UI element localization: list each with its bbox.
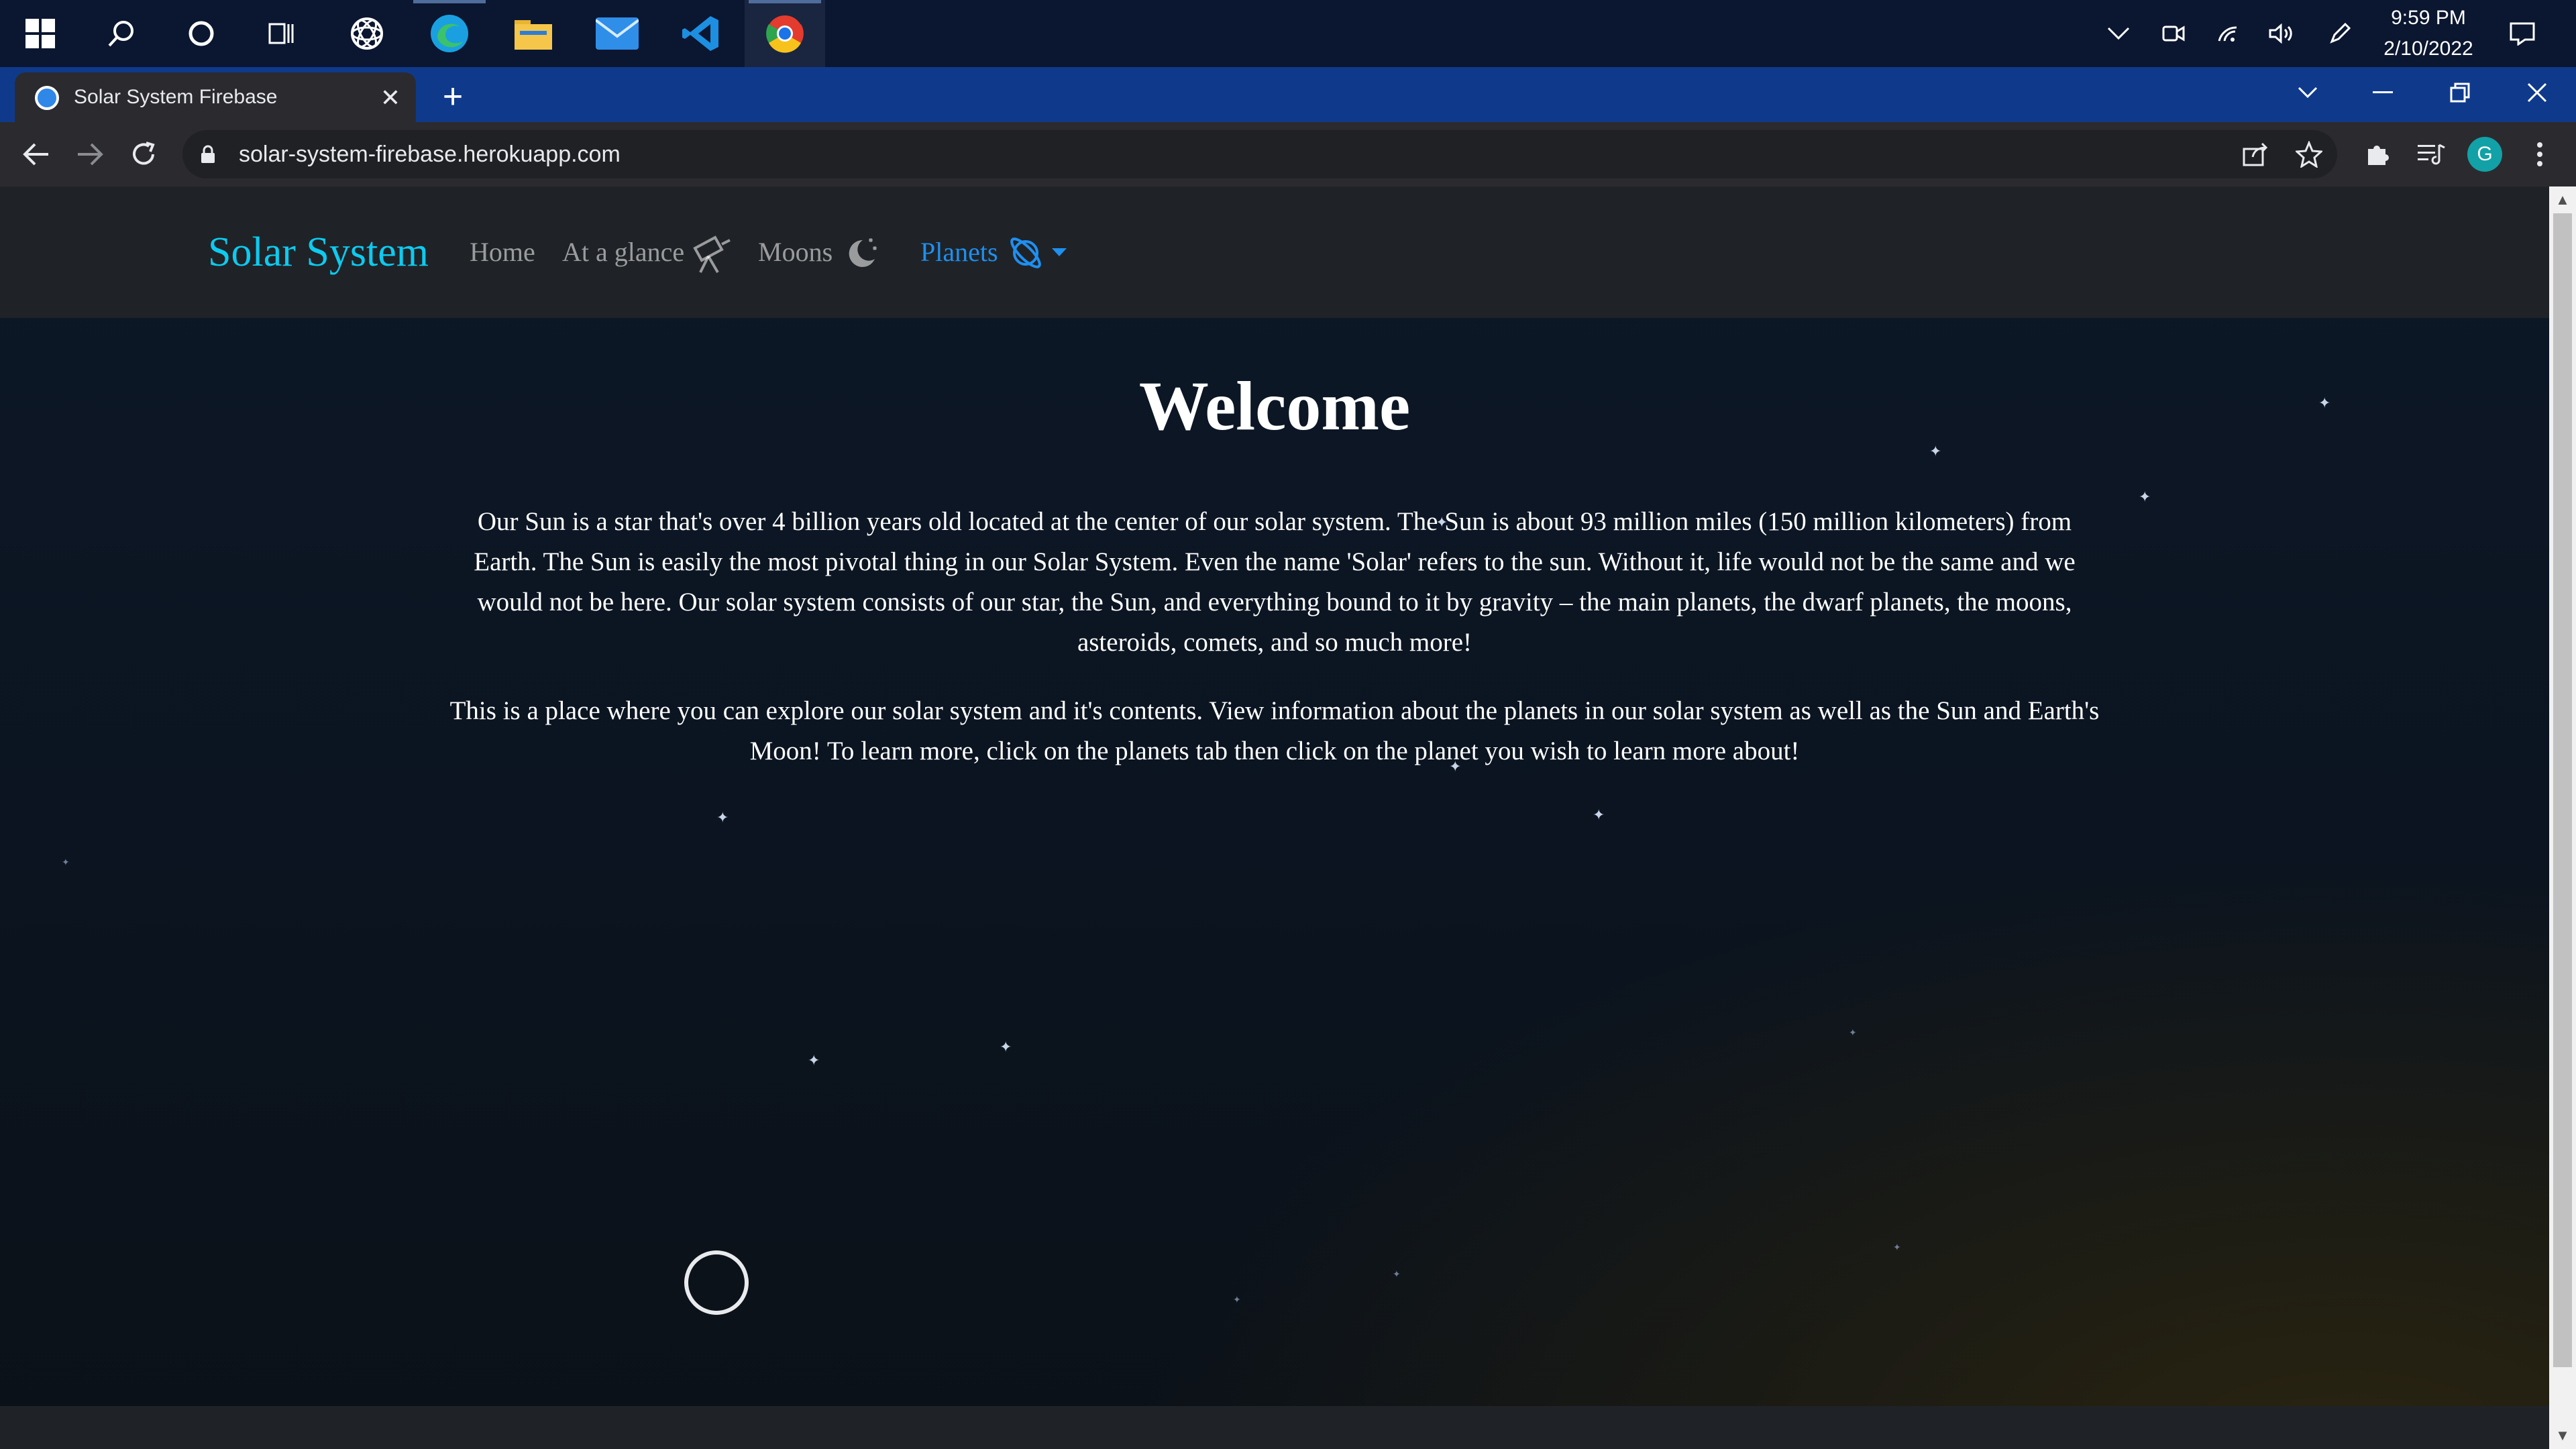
planet-icon [1006, 233, 1045, 276]
brand-link[interactable]: Solar System [208, 227, 429, 278]
nav-planets-dropdown[interactable]: Planets [920, 235, 998, 270]
restore-button[interactable] [2423, 67, 2497, 118]
intro-paragraph: Our Sun is a star that's over 4 billion … [474, 507, 2076, 657]
more-menu-icon[interactable] [2516, 130, 2564, 178]
nav-moons-link[interactable]: Moons [758, 235, 833, 270]
volume-icon[interactable] [2254, 0, 2308, 67]
star-decoration: ✦ [1593, 806, 1605, 823]
openai-app-icon[interactable] [327, 0, 407, 67]
task-view-icon[interactable] [241, 0, 322, 67]
windows-start-icon[interactable] [0, 0, 80, 67]
star-decoration: ✦ [716, 809, 729, 826]
scroll-thumb[interactable] [2553, 213, 2572, 1367]
clock-time: 9:59 PM [2391, 7, 2466, 29]
mail-icon[interactable] [577, 0, 657, 67]
wifi-icon[interactable] [2202, 0, 2255, 67]
meet-now-icon[interactable] [2147, 0, 2200, 67]
dropdown-caret-icon[interactable] [1052, 248, 1067, 261]
page-title: Welcome [1138, 368, 1411, 445]
clock-date: 2/10/2022 [2383, 38, 2473, 60]
cortana-icon[interactable] [161, 0, 241, 67]
url-text[interactable]: solar-system-firebase.herokuapp.com [239, 141, 621, 168]
notifications-icon[interactable] [2496, 0, 2549, 67]
browser-tab-strip: Solar System Firebase ✕ [0, 67, 2576, 122]
lock-icon[interactable] [200, 145, 216, 167]
taskbar-clock[interactable]: 9:59 PM 2/10/2022 [2368, 0, 2489, 67]
pen-icon[interactable] [2313, 0, 2367, 67]
tab-close-icon[interactable]: ✕ [377, 85, 404, 111]
star-decoration: ✦ [1849, 1027, 1857, 1038]
forward-button[interactable] [66, 130, 114, 178]
browser-toolbar: solar-system-firebase.herokuapp.com G [0, 122, 2576, 186]
reload-button[interactable] [119, 130, 168, 178]
page-scrollbar[interactable]: ▲ ▼ [2549, 186, 2576, 1449]
star-decoration: ✦ [62, 857, 70, 867]
vscode-icon[interactable] [661, 0, 741, 67]
telescope-icon [691, 233, 733, 278]
tab-title: Solar System Firebase [74, 86, 278, 108]
bookmark-star-icon[interactable] [2290, 138, 2328, 170]
search-icon[interactable] [80, 0, 161, 67]
scroll-down-arrow-icon[interactable]: ▼ [2549, 1422, 2576, 1449]
tab-search-chevron-icon[interactable] [2271, 67, 2345, 118]
site-footer [0, 1406, 2549, 1449]
extensions-icon[interactable] [2353, 130, 2402, 178]
address-bar[interactable]: solar-system-firebase.herokuapp.com [182, 130, 2337, 178]
new-tab-button[interactable]: + [433, 78, 473, 118]
back-button[interactable] [12, 130, 60, 178]
page-viewport: ✦ ✦ ✦ ✦ ✦ ✦ ✦ ✦ ✦ ✦ ✦ ✦ ✦ ✦ Solar System… [0, 186, 2549, 1449]
nav-home-link[interactable]: Home [470, 235, 535, 270]
explore-paragraph: This is a place where you can explore ou… [449, 696, 2100, 765]
edge-icon[interactable] [409, 0, 490, 67]
star-decoration: ✦ [1233, 1294, 1241, 1305]
share-icon[interactable] [2237, 138, 2274, 170]
reading-list-icon[interactable] [2407, 130, 2455, 178]
chrome-icon[interactable] [745, 0, 825, 67]
scroll-up-arrow-icon[interactable]: ▲ [2549, 186, 2576, 213]
footer-logo-icon [684, 1250, 749, 1315]
minimize-button[interactable] [2346, 67, 2420, 118]
profile-avatar[interactable]: G [2467, 137, 2502, 172]
site-favicon-icon [35, 86, 59, 110]
windows-taskbar: 9:59 PM 2/10/2022 [0, 0, 2576, 67]
site-navbar: Solar System Home At a glance Moons Plan… [0, 186, 2549, 318]
nav-at-a-glance-link[interactable]: At a glance [562, 235, 684, 270]
file-explorer-icon[interactable] [493, 0, 574, 67]
star-decoration: ✦ [2139, 488, 2151, 505]
show-hidden-icons-chevron-icon[interactable] [2092, 0, 2145, 67]
star-decoration: ✦ [1000, 1038, 1012, 1055]
star-decoration: ✦ [808, 1052, 820, 1069]
close-window-button[interactable] [2500, 67, 2574, 118]
star-decoration: ✦ [1393, 1269, 1401, 1279]
moon-stars-icon [843, 233, 880, 274]
browser-tab[interactable]: Solar System Firebase ✕ [15, 72, 416, 122]
star-decoration: ✦ [1893, 1242, 1901, 1252]
